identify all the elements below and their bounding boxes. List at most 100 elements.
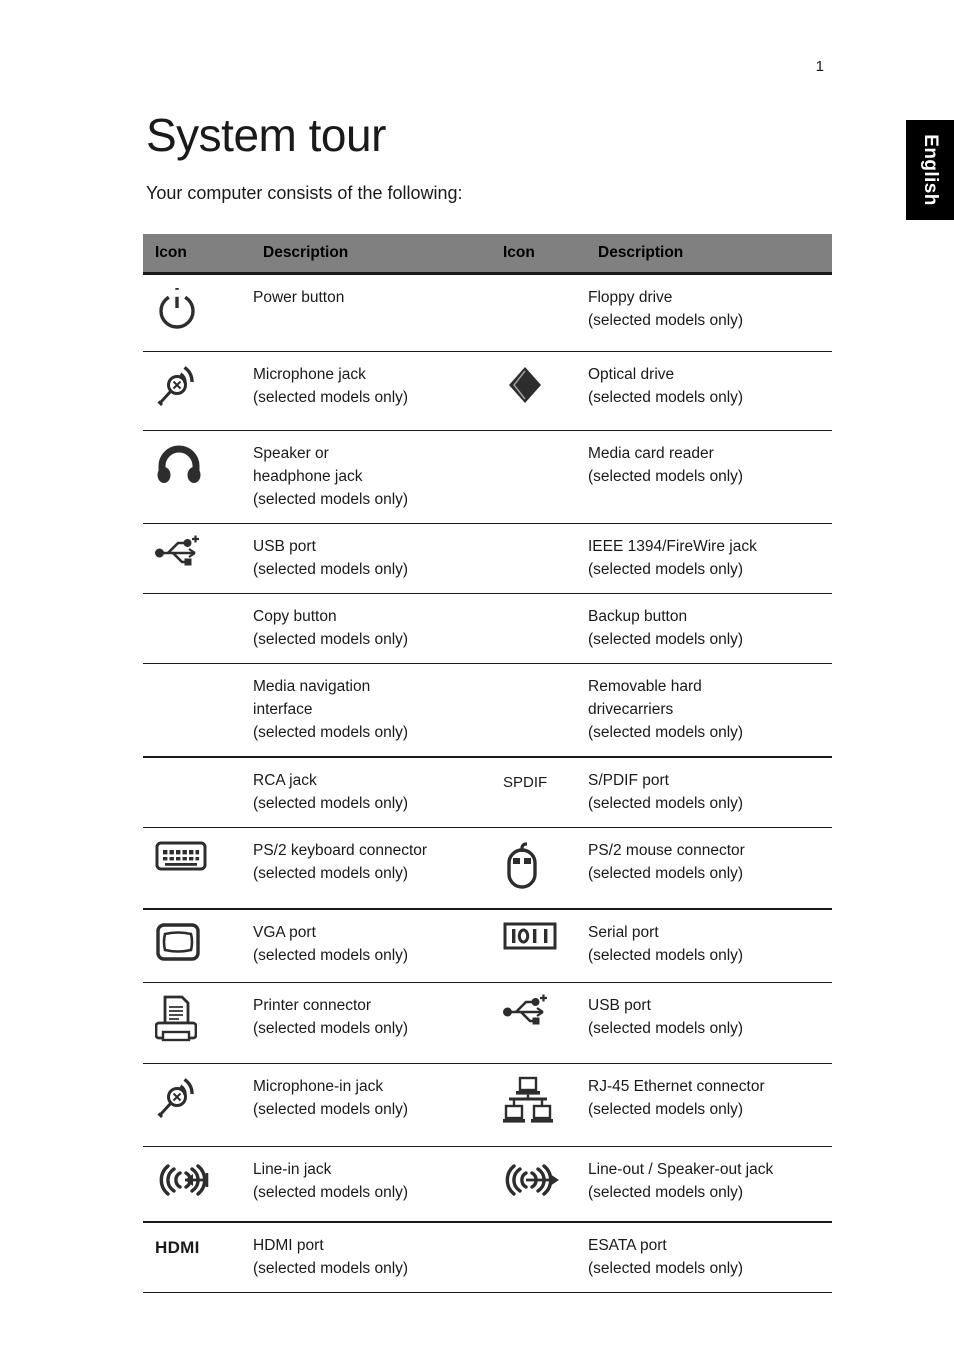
component-name: Microphone jack xyxy=(253,366,366,383)
component-name: PS/2 mouse connector xyxy=(588,842,745,859)
component-note: (selected models only) xyxy=(253,1184,409,1201)
usb-port-icon xyxy=(155,535,243,576)
table-row: Microphone jack (selected models only) Op… xyxy=(143,351,832,431)
icon-cell-left xyxy=(143,1146,251,1223)
component-name: IEEE 1394/FireWire jack xyxy=(588,538,757,555)
table-row: HDMI HDMI port (selected models only) ESATA… xyxy=(143,1222,832,1293)
component-name: Power button xyxy=(253,289,345,306)
component-name: RCA jack xyxy=(253,772,317,789)
component-note: (selected models only) xyxy=(253,561,409,578)
table-row: Copy button (selected models only) Backup … xyxy=(143,593,832,664)
icon-cell-left xyxy=(143,273,251,352)
icon-cell-left xyxy=(143,757,251,828)
description-cell-right: Line-out / Speaker-out jack (selected mod… xyxy=(586,1146,832,1223)
component-note: (selected models only) xyxy=(588,312,744,329)
description-cell-left: RCA jack (selected models only) xyxy=(251,757,491,828)
icon-cell-right xyxy=(491,1146,586,1223)
component-note: (selected models only) xyxy=(588,795,744,812)
table-row: Microphone-in jack (selected models only)… xyxy=(143,1063,832,1147)
column-header-desc-2: Description xyxy=(586,234,832,274)
printer-connector-icon xyxy=(154,994,243,1051)
icon-cell-right xyxy=(491,273,586,352)
icon-cell-left xyxy=(143,663,251,758)
component-note: (selected models only) xyxy=(588,865,744,882)
component-name: Microphone-in jack xyxy=(253,1078,384,1095)
table-row: Media navigation interface (selected model… xyxy=(143,663,832,758)
component-note: (selected models only) xyxy=(253,491,409,508)
component-note: (selected models only) xyxy=(253,865,409,882)
component-name: USB port xyxy=(253,538,316,555)
component-note: (selected models only) xyxy=(588,389,744,406)
description-cell-left: Microphone jack (selected models only) xyxy=(251,351,491,431)
ps2-keyboard-icon xyxy=(155,839,243,880)
component-name: RJ-45 Ethernet connector xyxy=(588,1078,765,1095)
icon-cell-right xyxy=(491,982,586,1064)
icon-cell-left xyxy=(143,827,251,910)
vga-port-icon xyxy=(155,921,243,970)
component-note: (selected models only) xyxy=(588,1101,744,1118)
icon-cell-right xyxy=(491,909,586,983)
icon-cell-left xyxy=(143,523,251,594)
rj45-ethernet-icon xyxy=(503,1075,578,1134)
document-page: 1 English System tour Your computer cons… xyxy=(0,0,954,1369)
table-row: VGA port (selected models only) Serial po… xyxy=(143,909,832,983)
description-cell-left: HDMI port (selected models only) xyxy=(251,1222,491,1293)
description-cell-right: RJ-45 Ethernet connector (selected models… xyxy=(586,1063,832,1147)
description-cell-right: USB port (selected models only) xyxy=(586,982,832,1064)
component-name: USB port xyxy=(588,997,651,1014)
optical-drive-icon xyxy=(503,363,578,416)
language-tab-label: English xyxy=(920,134,941,206)
icon-cell-right xyxy=(491,1222,586,1293)
microphone-jack-icon xyxy=(155,363,243,418)
icon-cell-left xyxy=(143,351,251,431)
component-note: (selected models only) xyxy=(588,561,744,578)
icon-cell-right: SPDIF xyxy=(491,757,586,828)
column-header-desc-1: Description xyxy=(251,234,491,274)
component-name: Optical drive xyxy=(588,366,675,383)
icon-cell-right xyxy=(491,430,586,524)
description-cell-right: Removable hard drivecarriers (selected mod… xyxy=(586,663,832,758)
component-note: (selected models only) xyxy=(253,631,409,648)
component-note: (selected models only) xyxy=(588,724,744,741)
line-out-icon xyxy=(503,1158,578,1209)
component-name: Line-in jack xyxy=(253,1161,332,1178)
table-row: Line-in jack (selected models only) Line-… xyxy=(143,1146,832,1223)
component-name: PS/2 keyboard connector xyxy=(253,842,428,859)
hdmi-text-icon: HDMI xyxy=(155,1238,200,1257)
component-note: (selected models only) xyxy=(588,1184,744,1201)
component-note: (selected models only) xyxy=(253,1260,409,1277)
component-name: VGA port xyxy=(253,924,316,941)
usb-port-icon xyxy=(503,994,578,1035)
table-header-row: Icon Description Icon Description xyxy=(143,234,832,274)
component-note: (selected models only) xyxy=(253,724,409,741)
component-name: S/PDIF port xyxy=(588,772,669,789)
icon-cell-left xyxy=(143,1063,251,1147)
table-body: Power button Floppy drive (selected models… xyxy=(143,273,832,1293)
description-cell-right: S/PDIF port (selected models only) xyxy=(586,757,832,828)
component-note: (selected models only) xyxy=(588,947,744,964)
description-cell-right: ESATA port (selected models only) xyxy=(586,1222,832,1293)
component-name: Serial port xyxy=(588,924,659,941)
component-note: (selected models only) xyxy=(588,631,744,648)
description-cell-right: Floppy drive (selected models only) xyxy=(586,273,832,352)
table-row: USB port (selected models only) IEEE 1394/… xyxy=(143,523,832,594)
description-cell-left: Line-in jack (selected models only) xyxy=(251,1146,491,1223)
icon-cell-right xyxy=(491,1063,586,1147)
table-row: PS/2 keyboard connector (selected models … xyxy=(143,827,832,910)
power-button-icon xyxy=(155,286,243,339)
description-cell-left: Power button xyxy=(251,273,491,352)
table-row: RCA jack (selected models only) SPDIF S/PDI… xyxy=(143,757,832,828)
table-row: Power button Floppy drive (selected models… xyxy=(143,273,832,352)
page-title: System tour xyxy=(146,109,386,161)
system-tour-table: Icon Description Icon Description Power … xyxy=(143,234,832,1293)
line-in-icon xyxy=(155,1158,243,1209)
description-cell-right: IEEE 1394/FireWire jack (selected models … xyxy=(586,523,832,594)
microphone-in-icon xyxy=(155,1075,243,1130)
spdif-text-icon: SPDIF xyxy=(503,774,548,791)
icon-cell-right xyxy=(491,523,586,594)
component-note: (selected models only) xyxy=(253,1020,409,1037)
component-name: Copy button xyxy=(253,608,337,625)
component-note: (selected models only) xyxy=(253,389,409,406)
description-cell-left: Microphone-in jack (selected models only) xyxy=(251,1063,491,1147)
icon-cell-right xyxy=(491,351,586,431)
